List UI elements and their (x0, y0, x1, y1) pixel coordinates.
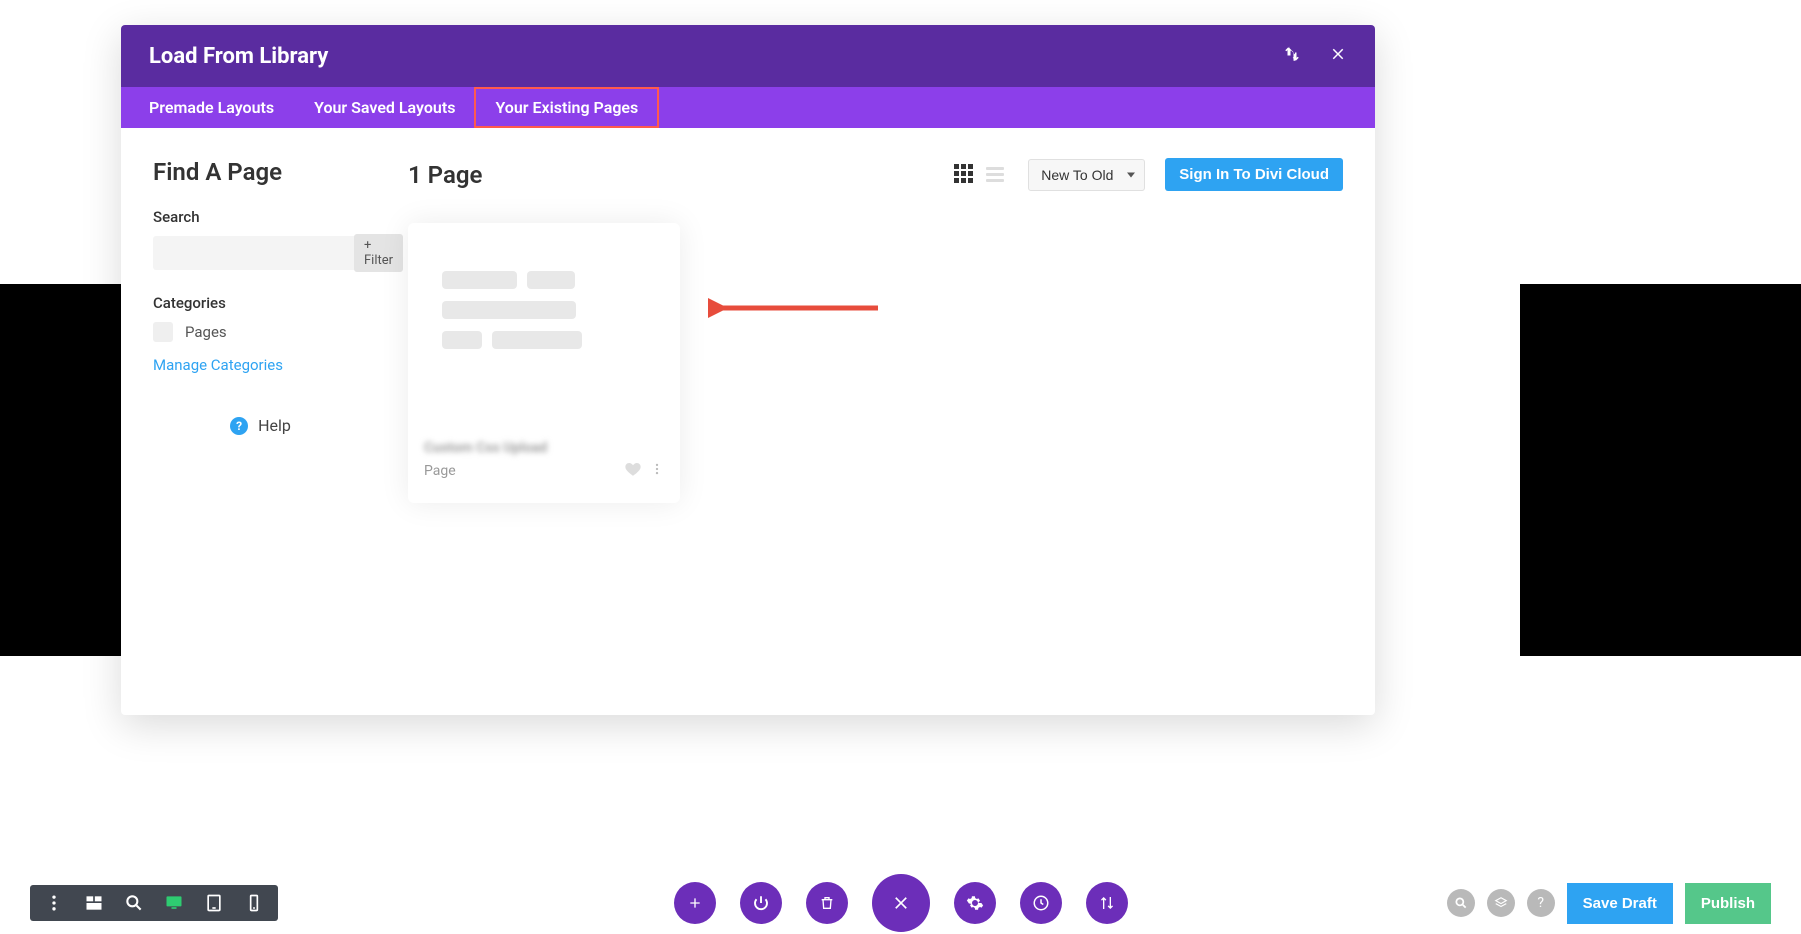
background-band-right (1520, 284, 1801, 656)
help-bottom-icon[interactable]: ? (1527, 889, 1555, 917)
power-icon[interactable] (740, 882, 782, 924)
help-label: Help (258, 416, 291, 435)
bottombar-center (674, 874, 1128, 932)
save-draft-button[interactable]: Save Draft (1567, 883, 1673, 924)
search-row: + Filter (153, 236, 368, 270)
menu-icon[interactable] (44, 893, 64, 913)
search-input[interactable] (153, 245, 354, 261)
add-icon[interactable] (674, 882, 716, 924)
arrow-annotation (708, 288, 888, 328)
toolbar: New To Old Sign In To Divi Cloud (954, 158, 1343, 191)
signin-cloud-button[interactable]: Sign In To Divi Cloud (1165, 158, 1343, 191)
sort-select[interactable]: New To Old (1028, 159, 1145, 191)
sort-icon[interactable] (1086, 882, 1128, 924)
tab-premade-layouts[interactable]: Premade Layouts (129, 88, 294, 127)
card-footer: Custom Css Upload Page (408, 428, 680, 494)
bottombar: ? Save Draft Publish (0, 872, 1801, 934)
tablet-icon[interactable] (204, 893, 224, 913)
main-header: 1 Page New To Old (408, 158, 1343, 191)
tab-existing-pages[interactable]: Your Existing Pages (475, 88, 658, 127)
modal-body: Find A Page Search + Filter Categories P… (121, 128, 1375, 715)
heart-icon[interactable] (624, 460, 642, 482)
modal-tabs: Premade Layouts Your Saved Layouts Your … (121, 87, 1375, 128)
layers-icon[interactable] (1487, 889, 1515, 917)
close-icon[interactable] (1329, 45, 1347, 67)
settings-icon[interactable] (954, 882, 996, 924)
search-page-icon[interactable] (1447, 889, 1475, 917)
categories-label: Categories (153, 294, 368, 312)
background-band-left (0, 284, 128, 656)
portability-icon[interactable] (1283, 45, 1301, 67)
publish-button[interactable]: Publish (1685, 883, 1771, 924)
card-thumbnail (408, 223, 680, 428)
help-row[interactable]: ? Help (153, 416, 368, 435)
page-card[interactable]: Custom Css Upload Page (408, 223, 680, 503)
page-count: 1 Page (408, 161, 482, 189)
list-view-icon[interactable] (986, 164, 1008, 186)
main-area: 1 Page New To Old (408, 158, 1343, 685)
trash-icon[interactable] (806, 882, 848, 924)
category-name: Pages (185, 323, 227, 341)
load-library-modal: Load From Library Premade Layouts Your S… (121, 25, 1375, 715)
kebab-icon[interactable] (650, 460, 664, 482)
desktop-icon[interactable] (164, 893, 184, 913)
checkbox-icon[interactable] (153, 322, 173, 342)
card-title: Custom Css Upload (424, 440, 664, 456)
category-row-pages[interactable]: Pages (153, 322, 368, 342)
sort-select-wrap: New To Old (1028, 159, 1145, 191)
phone-icon[interactable] (244, 893, 264, 913)
help-icon: ? (230, 417, 248, 435)
manage-categories-link[interactable]: Manage Categories (153, 356, 368, 374)
wireframe-icon[interactable] (84, 893, 104, 913)
history-icon[interactable] (1020, 882, 1062, 924)
card-type: Page (424, 463, 456, 479)
sidebar-title: Find A Page (153, 158, 368, 186)
grid-view-icon[interactable] (954, 164, 976, 186)
zoom-icon[interactable] (124, 893, 144, 913)
bottombar-right: ? Save Draft Publish (1447, 883, 1771, 924)
modal-header: Load From Library (121, 25, 1375, 87)
modal-title: Load From Library (149, 44, 328, 69)
close-builder-icon[interactable] (872, 874, 930, 932)
view-toggle (954, 164, 1008, 186)
sidebar: Find A Page Search + Filter Categories P… (153, 158, 368, 685)
filter-button[interactable]: + Filter (354, 234, 403, 272)
tab-saved-layouts[interactable]: Your Saved Layouts (294, 88, 475, 127)
search-label: Search (153, 208, 368, 226)
bottombar-left-toolbar (30, 885, 278, 921)
